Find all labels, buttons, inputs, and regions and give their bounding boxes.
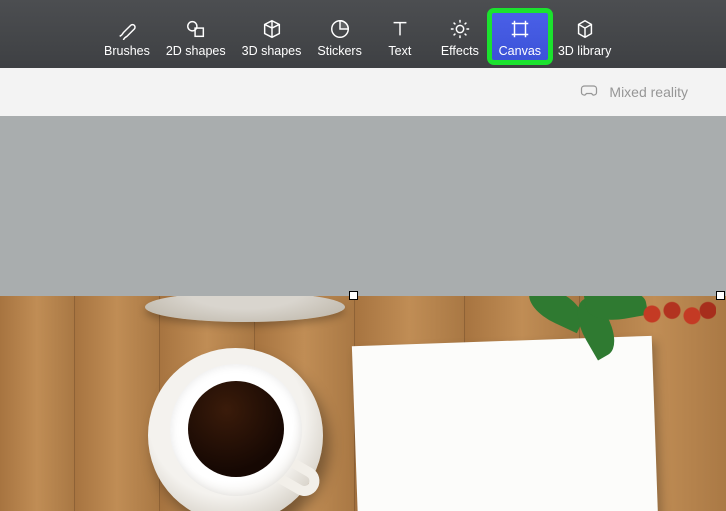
shapes3d-icon (261, 17, 283, 41)
tab-3d-library[interactable]: 3D library (550, 11, 620, 62)
berries-object (636, 296, 716, 332)
tab-label: Effects (441, 44, 479, 58)
shapes2d-icon (185, 17, 207, 41)
effects-icon (449, 17, 471, 41)
tab-label: Canvas (499, 44, 541, 58)
tab-canvas[interactable]: Canvas (490, 11, 550, 62)
resize-handle-top-right[interactable] (716, 291, 725, 300)
coffee-object (188, 381, 284, 477)
tab-stickers[interactable]: Stickers (309, 11, 369, 62)
library3d-icon (574, 17, 596, 41)
mixed-reality-icon (579, 81, 599, 104)
tab-label: 2D shapes (166, 44, 226, 58)
tab-label: Text (388, 44, 411, 58)
tab-2d-shapes[interactable]: 2D shapes (158, 11, 234, 62)
text-icon (389, 17, 411, 41)
brush-icon (116, 17, 138, 41)
workspace (0, 116, 726, 511)
tab-label: Brushes (104, 44, 150, 58)
main-toolbar: Brushes 2D shapes 3D shapes Stickers Tex… (0, 0, 726, 68)
canvas-icon (509, 17, 531, 41)
tab-label: 3D library (558, 44, 612, 58)
tab-label: 3D shapes (242, 44, 302, 58)
tab-effects[interactable]: Effects (430, 11, 490, 62)
tab-text[interactable]: Text (370, 11, 430, 62)
sub-toolbar: Mixed reality (0, 68, 726, 116)
tab-brushes[interactable]: Brushes (96, 11, 158, 62)
canvas-image[interactable] (0, 296, 726, 511)
resize-handle-top-mid[interactable] (349, 291, 358, 300)
tab-label: Stickers (317, 44, 361, 58)
mixed-reality-button[interactable]: Mixed reality (609, 84, 688, 100)
stickers-icon (329, 17, 351, 41)
tab-3d-shapes[interactable]: 3D shapes (234, 11, 310, 62)
paper-object (352, 336, 658, 511)
